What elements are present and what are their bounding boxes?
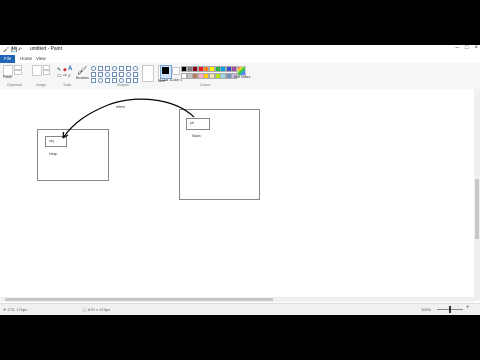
shape-options-panel[interactable] (142, 65, 154, 82)
zoom-slider-knob[interactable] (449, 306, 451, 313)
shape-option[interactable] (105, 72, 110, 77)
group-tools-label: Tools (63, 83, 72, 87)
tab-file[interactable]: File (0, 55, 16, 63)
canvas-size: ⬜ 870 × 470px (82, 307, 111, 312)
shape-option[interactable] (126, 66, 131, 71)
horizontal-scroll-thumb[interactable] (5, 298, 273, 301)
zoom-in-icon[interactable]: + (466, 305, 470, 311)
zoom-level: 100% (421, 307, 432, 312)
shape-option[interactable] (98, 78, 103, 83)
shape-option[interactable] (112, 72, 117, 77)
paste-label: Paste (3, 75, 12, 79)
cursor-position: ✛ 273, 170px (3, 307, 28, 312)
shape-option[interactable] (133, 72, 138, 77)
status-bar: ✛ 273, 170px ⬜ 870 × 470px 100% + (0, 303, 480, 315)
color2-button[interactable] (172, 67, 180, 75)
group-image-label: Image (36, 83, 46, 87)
undo-icon[interactable]: ↶ (18, 47, 22, 53)
shape-option[interactable] (91, 78, 96, 83)
text-tool-icon[interactable]: A (68, 66, 72, 72)
canvas-area: obj Heap ptr Stack refers (0, 89, 480, 301)
group-shapes-label: Shapes (117, 83, 129, 87)
paint-app-icon[interactable]: 🖌 (3, 47, 9, 53)
shape-option[interactable] (105, 78, 110, 83)
magnifier-icon[interactable]: ⌕ (68, 73, 71, 79)
shape-option[interactable] (126, 72, 131, 77)
select-button[interactable] (32, 65, 42, 76)
shape-option[interactable] (91, 66, 96, 71)
title-bar: 🖌 💾 ↶ untitled - Paint – □ × (0, 45, 480, 55)
shape-option[interactable] (112, 66, 117, 71)
shape-option[interactable] (133, 66, 138, 71)
eraser-icon[interactable]: ▭ (57, 73, 62, 79)
drawing-canvas[interactable]: obj Heap ptr Stack refers (3, 91, 473, 299)
shape-option[interactable] (119, 66, 124, 71)
color1-button[interactable] (160, 65, 172, 79)
maximize-button[interactable]: □ (465, 45, 469, 55)
arrow-label: refers (116, 105, 125, 109)
vertical-scrollbar[interactable] (474, 89, 480, 301)
window-title: untitled - Paint (30, 46, 62, 52)
shape-option[interactable] (105, 66, 110, 71)
shape-option[interactable] (133, 78, 138, 83)
color-picker-icon[interactable]: ✑ (63, 73, 67, 79)
brushes-label: Brushes (76, 76, 89, 80)
copy-button[interactable] (14, 70, 22, 75)
reference-arrow (62, 98, 195, 139)
group-colors-label: Colors (200, 83, 211, 87)
shape-option[interactable] (98, 66, 103, 71)
group-clipboard-label: Clipboard (7, 83, 22, 87)
shape-option[interactable] (98, 72, 103, 77)
horizontal-scrollbar[interactable] (0, 297, 474, 302)
close-button[interactable]: × (474, 45, 478, 55)
tab-view[interactable]: View (32, 55, 50, 63)
vertical-scroll-thumb[interactable] (475, 179, 479, 239)
minimize-button[interactable]: – (456, 45, 459, 55)
ribbon-tabs: File Home View (0, 55, 480, 63)
color1-label: Color 1 (160, 78, 172, 82)
ribbon: Paste Clipboard Image ✎ ◆ A ▭ ✑ ⌕ 🖌 Brus… (0, 63, 480, 90)
resize-button[interactable] (43, 70, 50, 75)
brushes-icon[interactable]: 🖌 (77, 66, 87, 75)
shape-option[interactable] (119, 72, 124, 77)
shape-option[interactable] (91, 72, 96, 77)
paint-window: 🖌 💾 ↶ untitled - Paint – □ × File Home V… (0, 45, 480, 315)
save-icon[interactable]: 💾 (11, 47, 17, 53)
edit-colors-label: Edit colors (234, 75, 251, 79)
